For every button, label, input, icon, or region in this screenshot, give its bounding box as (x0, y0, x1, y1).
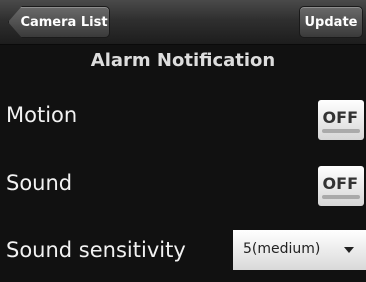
motion-toggle-indicator (322, 129, 360, 133)
motion-label: Motion (6, 103, 78, 127)
sound-toggle[interactable]: OFF (318, 166, 364, 206)
sound-sensitivity-dropdown[interactable]: 5(medium) (233, 230, 366, 270)
sound-sensitivity-label: Sound sensitivity (6, 238, 186, 262)
chevron-down-icon (344, 247, 354, 253)
camera-list-back-button[interactable]: Camera List (8, 6, 110, 38)
sound-label: Sound (6, 171, 73, 195)
update-button[interactable]: Update (299, 6, 363, 38)
top-bar: Camera List Update (0, 0, 366, 45)
motion-toggle[interactable]: OFF (318, 100, 364, 140)
page-title: Alarm Notification (90, 50, 276, 71)
sound-toggle-state: OFF (322, 174, 358, 193)
sound-toggle-indicator (322, 195, 360, 199)
motion-toggle-state: OFF (322, 108, 358, 127)
sound-sensitivity-value: 5(medium) (243, 241, 321, 257)
